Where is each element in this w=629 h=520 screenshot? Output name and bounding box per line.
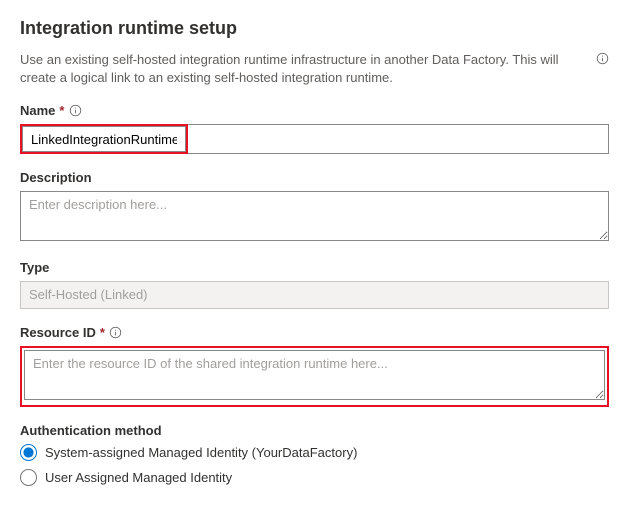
required-asterisk: * [59,103,64,118]
description-input[interactable] [20,191,609,241]
name-input-extension[interactable] [188,124,609,154]
required-asterisk: * [100,325,105,340]
auth-radio-system-label: System-assigned Managed Identity (YourDa… [45,445,357,460]
type-value: Self-Hosted (Linked) [20,281,609,309]
auth-radio-user-label: User Assigned Managed Identity [45,470,232,485]
info-icon[interactable] [109,326,123,340]
resource-id-label: Resource ID [20,325,96,340]
info-icon[interactable] [68,104,82,118]
description-label: Description [20,170,92,185]
name-label: Name [20,103,55,118]
name-input[interactable] [22,126,186,152]
resource-id-input[interactable] [24,350,605,400]
resource-id-highlight [20,346,609,407]
auth-option-user[interactable]: User Assigned Managed Identity [20,469,609,486]
type-label: Type [20,260,49,275]
name-highlight [20,124,188,154]
intro-text: Use an existing self-hosted integration … [20,51,587,87]
auth-radio-system[interactable] [20,444,37,461]
auth-radio-user[interactable] [20,469,37,486]
info-icon[interactable] [595,51,609,65]
page-title: Integration runtime setup [20,18,609,39]
auth-label: Authentication method [20,423,162,438]
auth-option-system[interactable]: System-assigned Managed Identity (YourDa… [20,444,609,461]
